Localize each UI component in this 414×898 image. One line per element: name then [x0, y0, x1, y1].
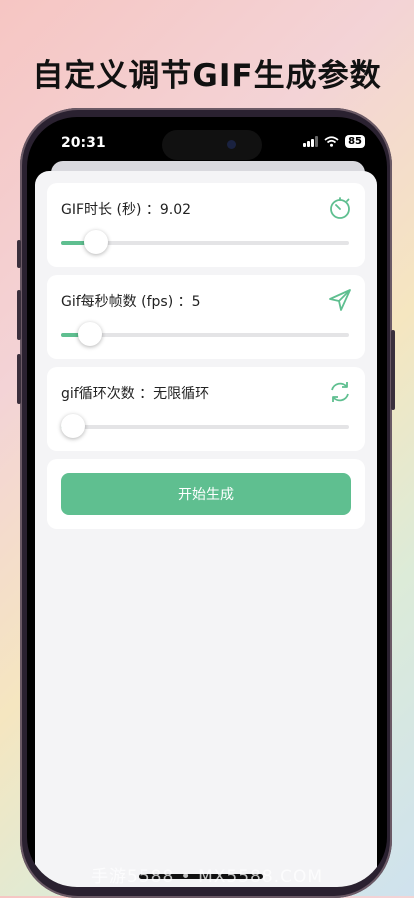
loop-label: gif循环次数 ：无限循环 — [61, 386, 210, 402]
volume-down-button — [17, 354, 21, 404]
watermark: 手游5588 • MX5588.COM — [91, 867, 323, 887]
volume-up-button — [17, 290, 21, 340]
silent-switch — [17, 240, 21, 268]
status-time: 20:31 — [61, 135, 106, 151]
send-icon — [329, 289, 351, 311]
wifi-icon — [324, 136, 339, 147]
duration-slider[interactable] — [61, 230, 349, 254]
duration-card: GIF时长 (秒) ：9.02 — [47, 183, 365, 267]
fps-card: Gif每秒帧数 (fps) ：5 — [47, 275, 365, 359]
duration-slider-thumb[interactable] — [83, 230, 108, 254]
loop-slider-thumb[interactable] — [60, 414, 85, 438]
timer-icon — [330, 197, 350, 219]
fps-slider-thumb[interactable] — [77, 322, 102, 346]
status-bar: 20:31 85 — [27, 117, 387, 163]
camera-icon — [227, 140, 236, 149]
loop-card: gif循环次数 ：无限循环 — [47, 367, 365, 451]
refresh-icon — [331, 382, 349, 402]
power-button — [391, 330, 395, 410]
fps-slider[interactable] — [61, 322, 349, 346]
settings-sheet: GIF时长 (秒) ：9.02 Gif每秒帧数 (fps) ：5 gif循环次数… — [35, 171, 377, 887]
dynamic-island — [162, 130, 262, 160]
phone-screen: 20:31 85 GIF时长 (秒) ：9.02 Gif每秒帧数 (fps) ：… — [27, 117, 387, 887]
generate-card: 开始生成 — [47, 459, 365, 529]
start-generate-button[interactable]: 开始生成 — [61, 473, 351, 515]
fps-label: Gif每秒帧数 (fps) ：5 — [61, 294, 201, 310]
banner-title: 自定义调节GIF生成参数 — [32, 58, 382, 94]
battery-icon: 85 — [345, 135, 365, 148]
loop-slider[interactable] — [60, 414, 349, 438]
duration-label: GIF时长 (秒) ：9.02 — [61, 202, 192, 218]
signal-icon — [303, 136, 319, 147]
